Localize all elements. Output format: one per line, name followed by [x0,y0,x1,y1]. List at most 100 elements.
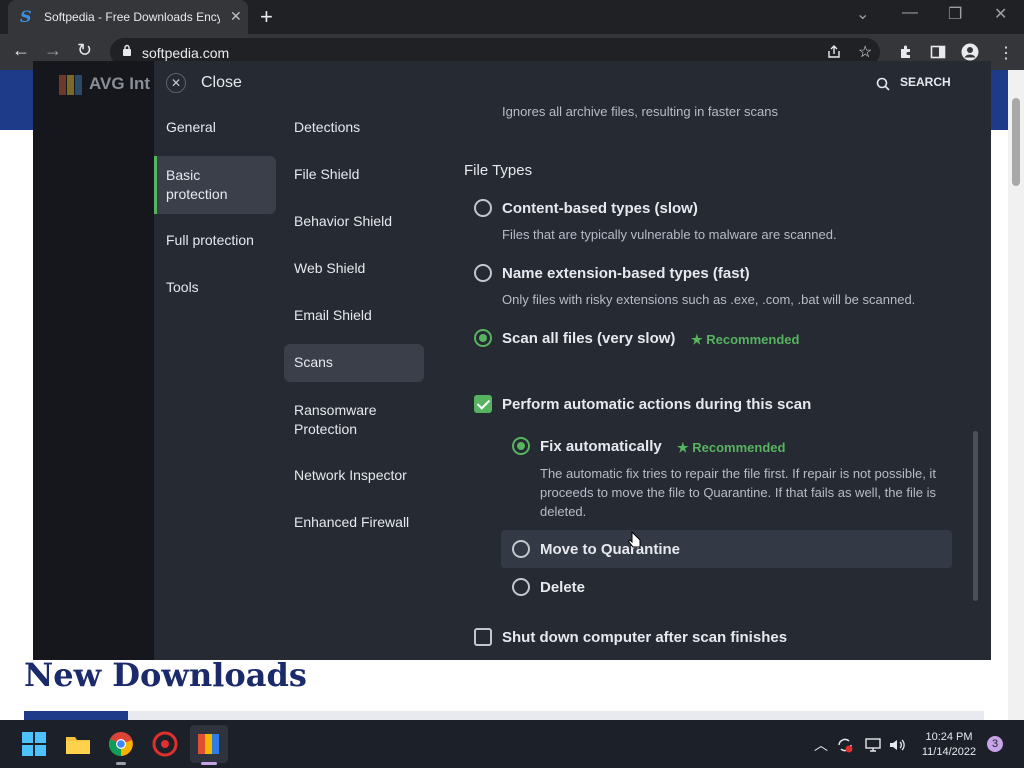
sub-detections[interactable]: Detections [284,119,424,143]
sub-scans[interactable]: Scans [284,344,424,382]
sub-label: Web Shield [294,260,366,276]
settings-scrollbar-thumb[interactable] [973,431,978,601]
antivirus-app-icon[interactable] [151,730,179,758]
browser-tab[interactable]: S Softpedia - Free Downloads Ency ✕ [8,0,248,34]
window-close-button[interactable]: ✕ [994,4,1007,24]
file-explorer-icon[interactable] [64,730,92,758]
close-button[interactable]: Close [201,74,242,92]
network-icon[interactable] [864,736,882,754]
browser-menu-icon[interactable]: ⋮ [998,43,1014,63]
checkbox-auto-actions[interactable] [474,395,492,413]
sub-label: Network Inspector [294,467,407,483]
taskbar: ︿ 10:24 PM 11/14/2022 3 [0,720,1024,768]
sub-network-inspector[interactable]: Network Inspector [284,467,424,491]
sub-web-shield[interactable]: Web Shield [284,260,424,284]
page-scrollbar-thumb[interactable] [1012,98,1020,186]
category-label: General [166,119,216,135]
volume-icon[interactable] [888,736,906,754]
settings-panel: ✕ Close SEARCH General Basic protection … [154,61,991,660]
restore-button[interactable]: ❐ [948,4,962,24]
category-basic-protection[interactable]: Basic protection [154,156,276,214]
tab-search-dropdown-icon[interactable]: ⌄ [856,4,869,24]
browser-tab-strip: S Softpedia - Free Downloads Ency ✕ + ⌄ … [0,0,1024,34]
radio-extension-based[interactable] [474,264,492,282]
checkbox-shutdown[interactable] [474,628,492,646]
category-label: Full protection [166,232,254,248]
tray-chevron-up-icon[interactable]: ︿ [814,735,828,755]
search-icon [876,77,890,91]
lock-icon [123,44,131,56]
url-text: softpedia.com [142,45,230,61]
sub-label: Ransomware Protection [294,402,377,437]
avg-app-name: AVG Int [89,74,151,93]
radio-delete[interactable] [512,578,530,596]
avg-logo-icon [59,75,82,95]
system-clock[interactable]: 10:24 PM 11/14/2022 [914,730,984,760]
new-tab-button[interactable]: + [260,4,273,30]
tab-title: Softpedia - Free Downloads Ency [44,10,220,24]
forward-button[interactable]: → [44,40,62,61]
share-icon[interactable] [826,44,842,60]
category-label: Tools [166,279,199,295]
clock-time: 10:24 PM [925,731,973,743]
softpedia-favicon-icon: S [20,7,32,26]
sub-label: Detections [294,119,361,135]
bookmark-star-icon[interactable]: ☆ [858,42,872,62]
avg-running-indicator [201,762,217,765]
avg-taskbar-icon[interactable] [195,730,223,758]
new-downloads-heading: New Downloads [24,656,307,694]
move-quarantine-label[interactable]: Move to Quarantine [540,541,680,558]
sub-label: Email Shield [294,307,372,323]
recommended-badge: ★ Recommended [677,440,786,455]
windows-start-icon[interactable] [20,730,48,758]
sub-enhanced-firewall[interactable]: Enhanced Firewall [284,514,424,538]
profile-avatar-icon[interactable] [961,43,979,61]
radio-scan-all-files[interactable] [474,329,492,347]
sub-email-shield[interactable]: Email Shield [284,307,424,331]
mouse-cursor-icon [628,531,641,548]
shutdown-label[interactable]: Shut down computer after scan finishes [502,629,787,646]
page-scrollbar[interactable] [1008,70,1024,720]
notification-badge[interactable]: 3 [987,736,1003,752]
fix-automatically-label[interactable]: Fix automatically [540,438,662,455]
category-general[interactable]: General [154,119,276,143]
fix-automatically-desc: The automatic fix tries to repair the fi… [540,466,936,519]
extensions-icon[interactable] [898,44,914,60]
option-content-based-desc: Files that are typically vulnerable to m… [502,227,837,242]
downloads-strip [24,711,984,720]
recommended-badge: ★ Recommended [691,332,800,347]
option-extension-based-label[interactable]: Name extension-based types (fast) [502,265,750,282]
side-panel-icon[interactable] [930,44,946,60]
option-extension-based-desc: Only files with risky extensions such as… [502,292,916,307]
sync-icon[interactable] [836,736,854,754]
radio-content-based[interactable] [474,199,492,217]
sub-label: Enhanced Firewall [294,514,410,530]
back-button[interactable]: ← [12,40,30,61]
category-label: Basic protection [166,167,228,202]
radio-fix-automatically[interactable] [512,437,530,455]
sub-file-shield[interactable]: File Shield [284,166,424,190]
sub-behavior-shield[interactable]: Behavior Shield [284,213,424,237]
category-full-protection[interactable]: Full protection [154,232,276,256]
close-icon[interactable]: ✕ [166,73,186,93]
search-label: SEARCH [900,75,951,89]
sub-label: Scans [294,354,333,370]
sub-label: Behavior Shield [294,213,393,229]
tab-close-icon[interactable]: ✕ [230,8,242,25]
auto-actions-label[interactable]: Perform automatic actions during this sc… [502,396,811,413]
delete-label[interactable]: Delete [540,579,585,596]
sub-label: File Shield [294,166,360,182]
option-scan-all-label[interactable]: Scan all files (very slow) [502,330,675,347]
avg-window: AVG Int ✕ Close SEARCH General Basic pro… [33,61,991,660]
option-content-based-label[interactable]: Content-based types (slow) [502,200,698,217]
radio-move-quarantine[interactable] [512,540,530,558]
avg-dimmed-main: AVG Int [33,61,154,660]
chrome-icon[interactable] [107,730,135,758]
archive-description: Ignores all archive files, resulting in … [502,104,779,119]
chrome-running-indicator [116,762,126,765]
minimize-button[interactable]: — [902,4,918,22]
sub-ransomware-protection[interactable]: Ransomware Protection [284,401,424,441]
file-types-heading: File Types [464,162,533,179]
reload-button[interactable]: ↻ [77,40,92,61]
category-tools[interactable]: Tools [154,279,276,303]
